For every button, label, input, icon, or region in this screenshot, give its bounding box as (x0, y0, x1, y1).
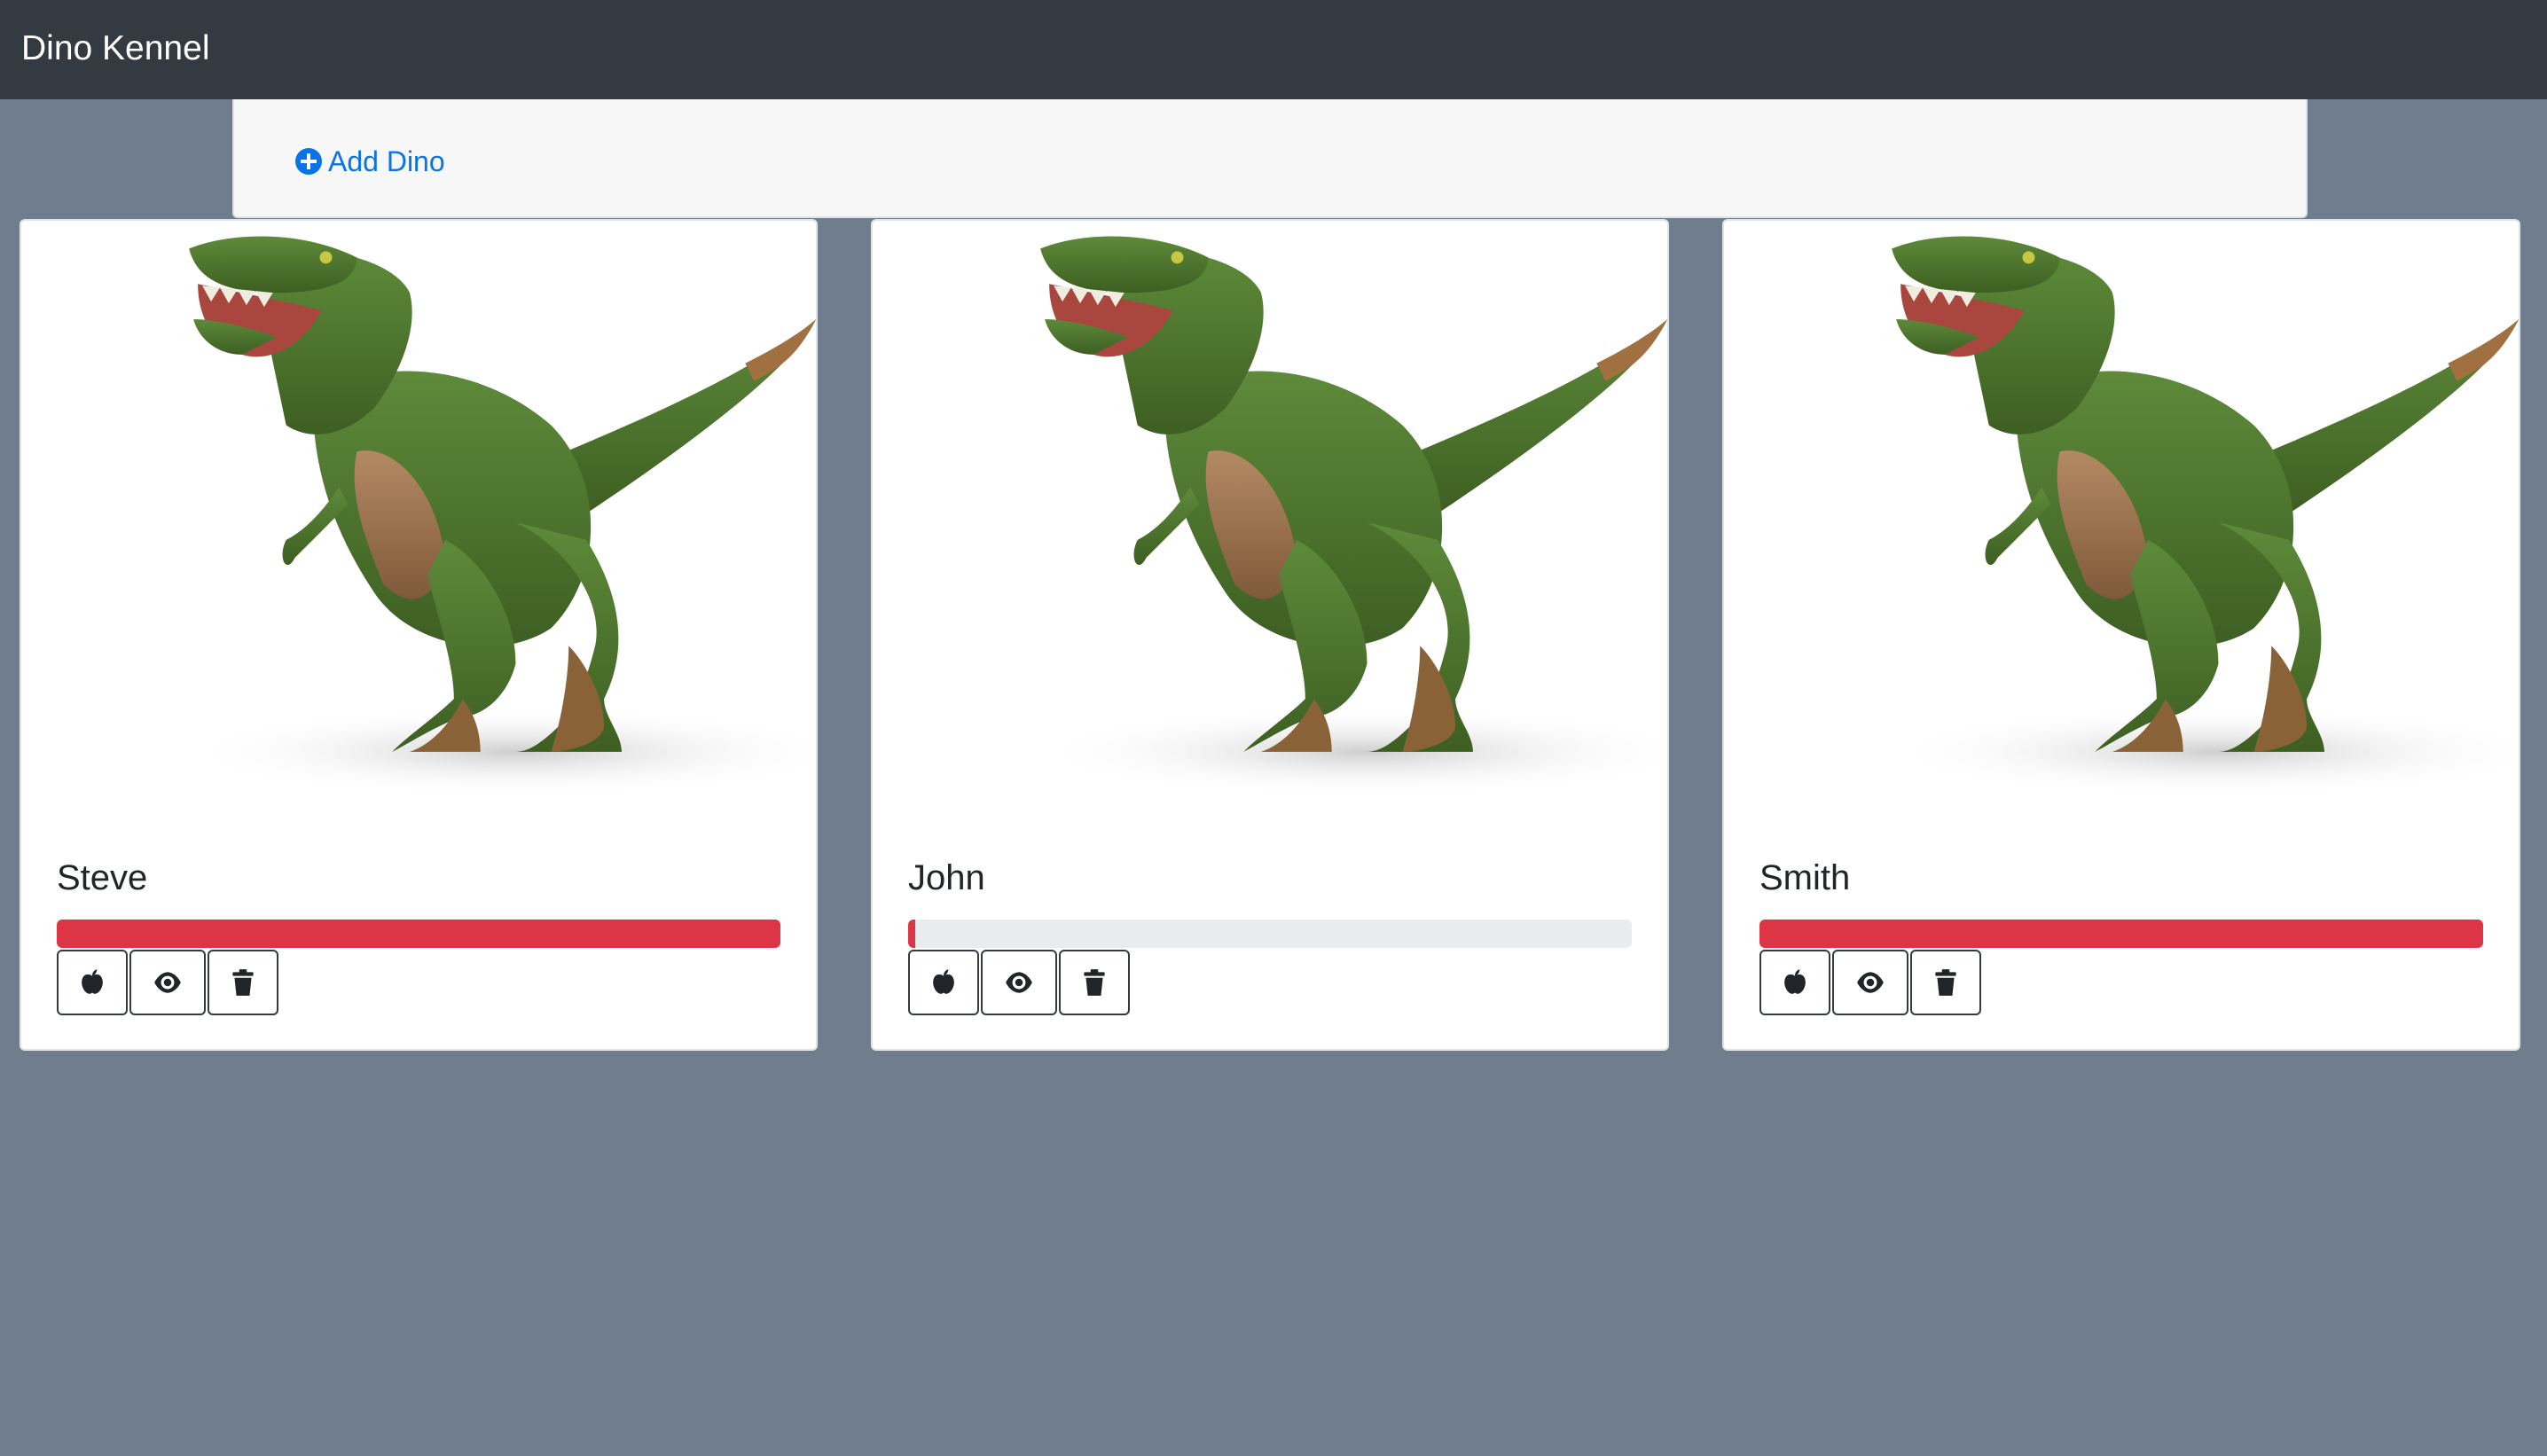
view-button[interactable] (981, 950, 1057, 1015)
feed-button[interactable] (57, 950, 128, 1015)
trash-icon (232, 969, 254, 996)
dino-card: Smith (1722, 219, 2520, 1051)
view-button[interactable] (1832, 950, 1908, 1015)
apple-icon (1784, 969, 1806, 994)
card-actions (57, 950, 280, 1015)
navbar: Dino Kennel (0, 0, 2547, 99)
card-actions (908, 950, 1132, 1015)
trash-icon (1935, 969, 1956, 996)
health-bar-fill (1759, 920, 2483, 948)
health-bar (1759, 920, 2483, 948)
view-button[interactable] (129, 950, 206, 1015)
dino-image (180, 236, 816, 796)
add-dino-button[interactable]: Add Dino (294, 144, 445, 179)
delete-button[interactable] (1059, 950, 1130, 1015)
feed-button[interactable] (1759, 950, 1830, 1015)
brand-title[interactable]: Dino Kennel (21, 27, 209, 71)
toolbar: Add Dino (232, 99, 2308, 218)
feed-button[interactable] (908, 950, 979, 1015)
health-bar (57, 920, 780, 948)
dino-name: Steve (57, 858, 148, 897)
apple-icon (933, 969, 954, 994)
health-bar-fill (57, 920, 780, 948)
plus-circle-icon (295, 148, 322, 175)
health-bar-fill (908, 920, 916, 948)
eye-icon (154, 972, 181, 993)
trash-icon (1084, 969, 1105, 996)
add-dino-label: Add Dino (328, 145, 445, 177)
dino-name: John (908, 858, 985, 897)
dino-card: Steve (20, 219, 818, 1051)
dino-name: Smith (1759, 858, 1851, 897)
dino-image (1031, 236, 1667, 796)
delete-button[interactable] (1910, 950, 1981, 1015)
apple-icon (82, 969, 103, 994)
health-bar (908, 920, 1632, 948)
delete-button[interactable] (208, 950, 278, 1015)
card-actions (1759, 950, 1983, 1015)
eye-icon (1857, 972, 1884, 993)
dino-image (1883, 236, 2519, 796)
dino-card: John (871, 219, 1669, 1051)
eye-icon (1006, 972, 1032, 993)
